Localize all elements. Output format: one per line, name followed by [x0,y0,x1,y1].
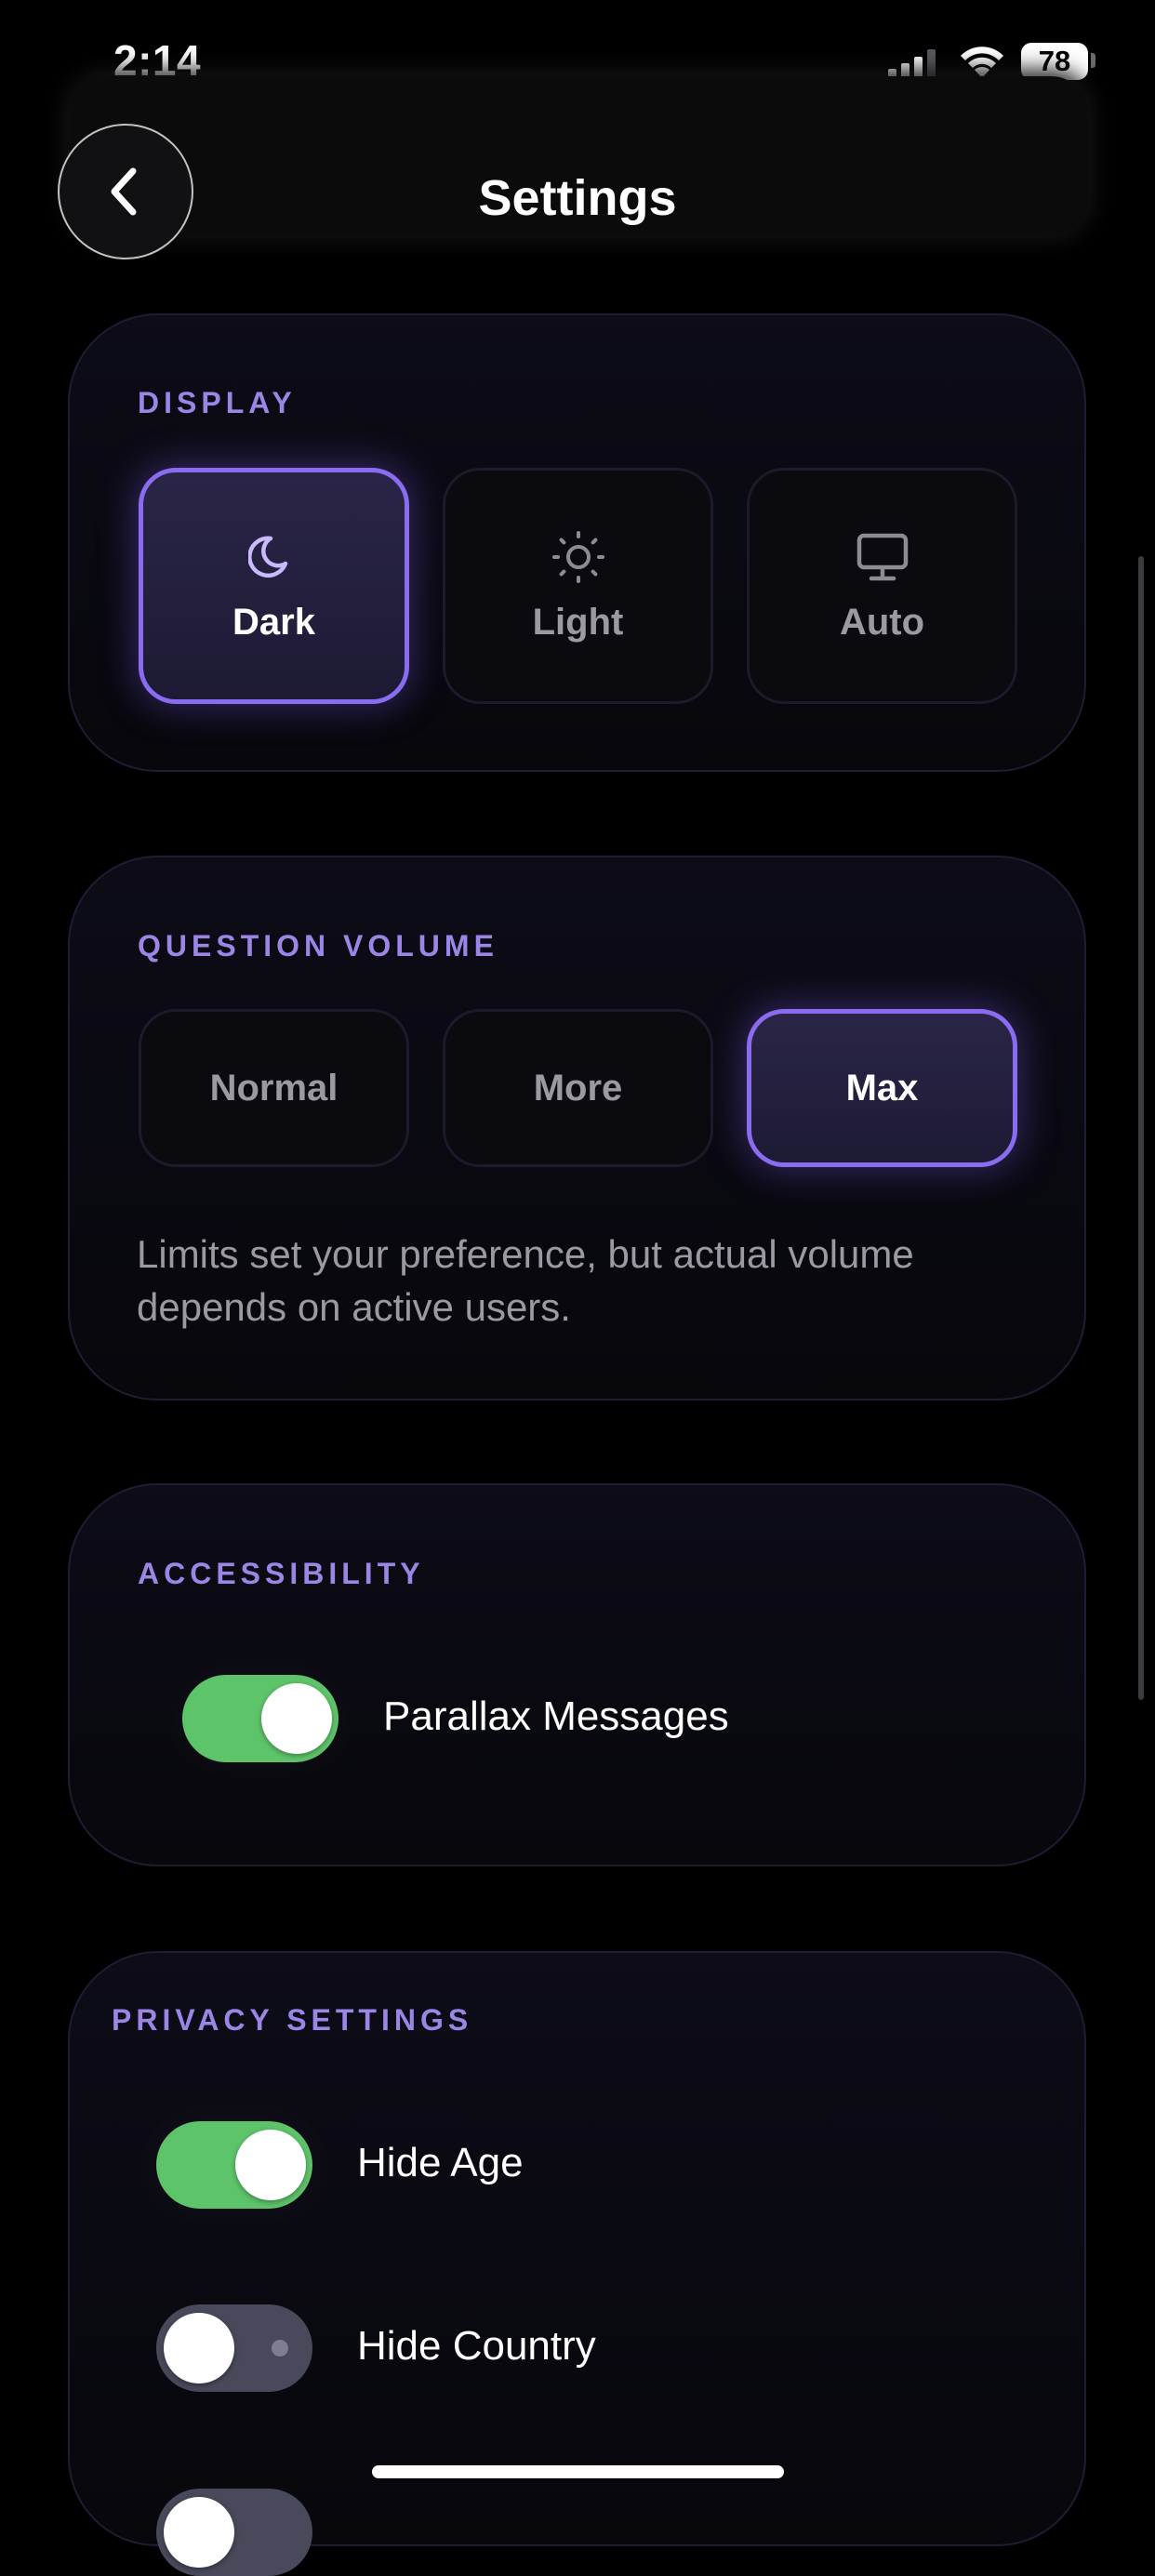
toggle-row-hide-age: Hide Age [156,2121,900,2214]
section-label-question-volume: QUESTION VOLUME [138,929,498,963]
section-label-display: DISPLAY [138,386,297,419]
toggle-row-parallax: Parallax Messages [182,1675,926,1768]
toggle-knob [261,1683,332,1754]
toggle-knob [164,2313,234,2383]
volume-note: Limits set your preference, but actual v… [137,1232,914,1329]
display-option-light[interactable]: Light [443,468,713,704]
display-option-label: Auto [839,601,925,643]
volume-option-max[interactable]: Max [747,1009,1017,1167]
hide-age-toggle[interactable] [156,2121,312,2209]
next-privacy-toggle[interactable] [156,2489,312,2576]
section-label-accessibility: ACCESSIBILITY [138,1557,425,1590]
volume-option-label: More [533,1067,623,1109]
display-option-auto[interactable]: Auto [747,468,1017,704]
parallax-messages-toggle[interactable] [182,1675,339,1762]
toggle-knob [235,2130,306,2200]
privacy-card: PRIVACY SETTINGS Hide Age Hide Country [68,1951,1086,2576]
volume-option-label: Max [845,1067,919,1109]
toggle-label: Parallax Messages [383,1693,729,1739]
hide-country-toggle[interactable] [156,2304,312,2392]
display-card: DISPLAY Dark Light Auto [68,313,1086,772]
signal-icon [888,49,936,78]
question-volume-card: QUESTION VOLUME Normal More Max Limits s… [68,856,1086,1401]
toggle-row-hide-country: Hide Country [156,2304,900,2397]
volume-option-label: Normal [209,1067,339,1109]
sun-icon [551,530,604,583]
page-title: Settings [478,170,677,226]
accessibility-card: ACCESSIBILITY Parallax Messages [68,1483,1086,1866]
wifi-icon [961,46,1003,78]
toggle-label: Hide Age [357,2140,524,2185]
display-option-label: Light [532,601,624,643]
scroll-indicator[interactable] [1138,556,1144,1700]
battery-cap [1091,53,1095,68]
section-label-privacy: PRIVACY SETTINGS [112,2003,473,2037]
display-option-dark[interactable]: Dark [139,468,409,704]
home-indicator[interactable] [372,2465,784,2478]
toggle-off-dot [272,2340,288,2357]
volume-option-more[interactable]: More [443,1009,713,1167]
moon-icon [247,536,287,578]
toggle-knob [164,2497,234,2568]
battery-icon: 78 [1021,43,1088,80]
monitor-icon [856,533,908,580]
display-option-label: Dark [232,601,315,643]
toggle-label: Hide Country [357,2323,596,2369]
volume-option-normal[interactable]: Normal [139,1009,409,1167]
